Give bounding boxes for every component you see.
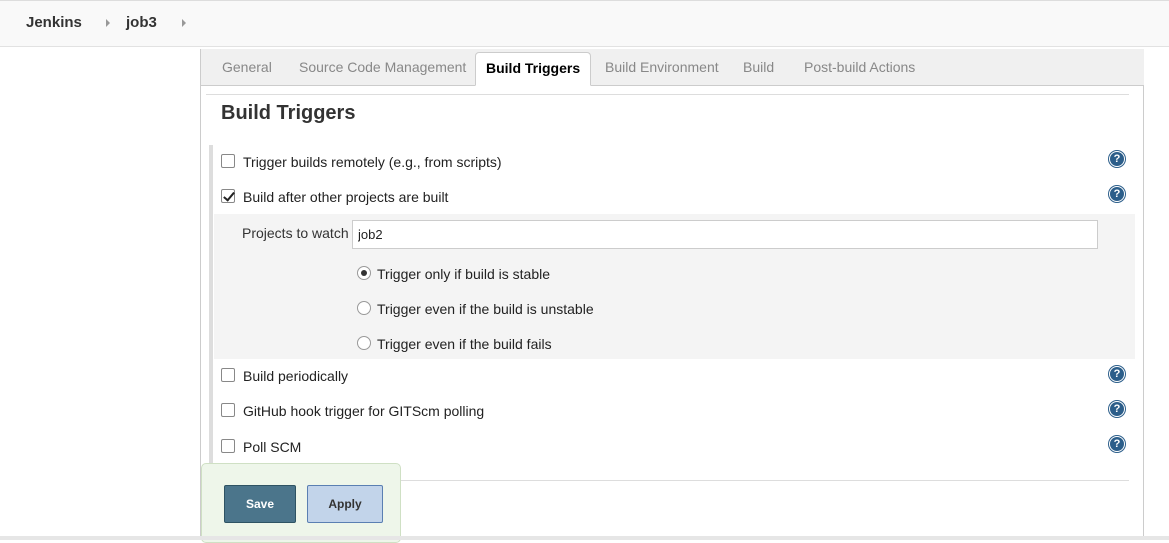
save-bar: Save Apply xyxy=(201,463,401,543)
build-periodically-checkbox[interactable] xyxy=(221,368,235,383)
radio-label: Trigger even if the build is unstable xyxy=(377,301,594,317)
window-bottom-edge xyxy=(0,536,1169,540)
breadcrumb-separator-icon[interactable] xyxy=(182,19,186,27)
radio-button[interactable] xyxy=(357,266,371,281)
config-tabbar: General Source Code Management Build Tri… xyxy=(201,49,1144,86)
projects-to-watch-input[interactable] xyxy=(352,220,1098,249)
tab-source-code-management[interactable]: Source Code Management xyxy=(299,59,466,75)
github-hook-option[interactable]: GitHub hook trigger for GITScm polling xyxy=(221,403,484,419)
radio-button[interactable] xyxy=(357,336,371,351)
poll-scm-label: Poll SCM xyxy=(243,439,302,455)
section-divider xyxy=(206,94,1129,95)
radio-label: Trigger even if the build fails xyxy=(377,336,552,352)
tab-general[interactable]: General xyxy=(222,59,272,75)
radio-trigger-fails[interactable]: Trigger even if the build fails xyxy=(357,336,552,352)
github-hook-checkbox[interactable] xyxy=(221,403,235,418)
tab-build-triggers[interactable]: Build Triggers xyxy=(475,52,592,86)
tab-post-build-actions[interactable]: Post-build Actions xyxy=(804,59,915,75)
poll-scm-checkbox[interactable] xyxy=(221,439,235,454)
build-after-other-checkbox[interactable] xyxy=(221,189,235,204)
help-icon[interactable]: ? xyxy=(1109,366,1125,382)
projects-to-watch-label: Projects to watch xyxy=(242,225,349,241)
radio-trigger-unstable[interactable]: Trigger even if the build is unstable xyxy=(357,301,594,317)
github-hook-label: GitHub hook trigger for GITScm polling xyxy=(243,403,485,419)
radio-label: Trigger only if build is stable xyxy=(377,266,551,282)
trigger-remote-option[interactable]: Trigger builds remotely (e.g., from scri… xyxy=(221,154,502,170)
help-icon[interactable]: ? xyxy=(1109,186,1125,202)
poll-scm-option[interactable]: Poll SCM xyxy=(221,439,301,455)
radio-trigger-stable[interactable]: Trigger only if build is stable xyxy=(357,266,550,282)
section-indent-bar xyxy=(209,145,213,463)
trigger-remote-checkbox[interactable] xyxy=(221,154,235,169)
build-periodically-label: Build periodically xyxy=(243,368,349,384)
tab-build[interactable]: Build xyxy=(743,59,774,75)
tab-build-environment[interactable]: Build Environment xyxy=(605,59,719,75)
trigger-remote-label: Trigger builds remotely (e.g., from scri… xyxy=(243,154,502,170)
breadcrumb-jenkins[interactable]: Jenkins xyxy=(26,14,82,31)
build-after-other-label: Build after other projects are built xyxy=(243,189,449,205)
radio-button[interactable] xyxy=(357,301,371,316)
help-icon[interactable]: ? xyxy=(1109,401,1125,417)
save-button[interactable]: Save xyxy=(224,485,296,523)
build-periodically-option[interactable]: Build periodically xyxy=(221,368,348,384)
breadcrumb-job[interactable]: job3 xyxy=(126,14,157,31)
apply-button[interactable]: Apply xyxy=(307,485,383,523)
breadcrumb: Jenkins job3 xyxy=(0,0,1169,47)
breadcrumb-separator-icon[interactable] xyxy=(106,19,110,27)
help-icon[interactable]: ? xyxy=(1109,436,1125,452)
build-after-other-settings: Projects to watch Trigger only if build … xyxy=(214,214,1135,359)
build-after-other-option[interactable]: Build after other projects are built xyxy=(221,189,448,205)
section-title: Build Triggers xyxy=(221,102,356,124)
help-icon[interactable]: ? xyxy=(1109,151,1125,167)
